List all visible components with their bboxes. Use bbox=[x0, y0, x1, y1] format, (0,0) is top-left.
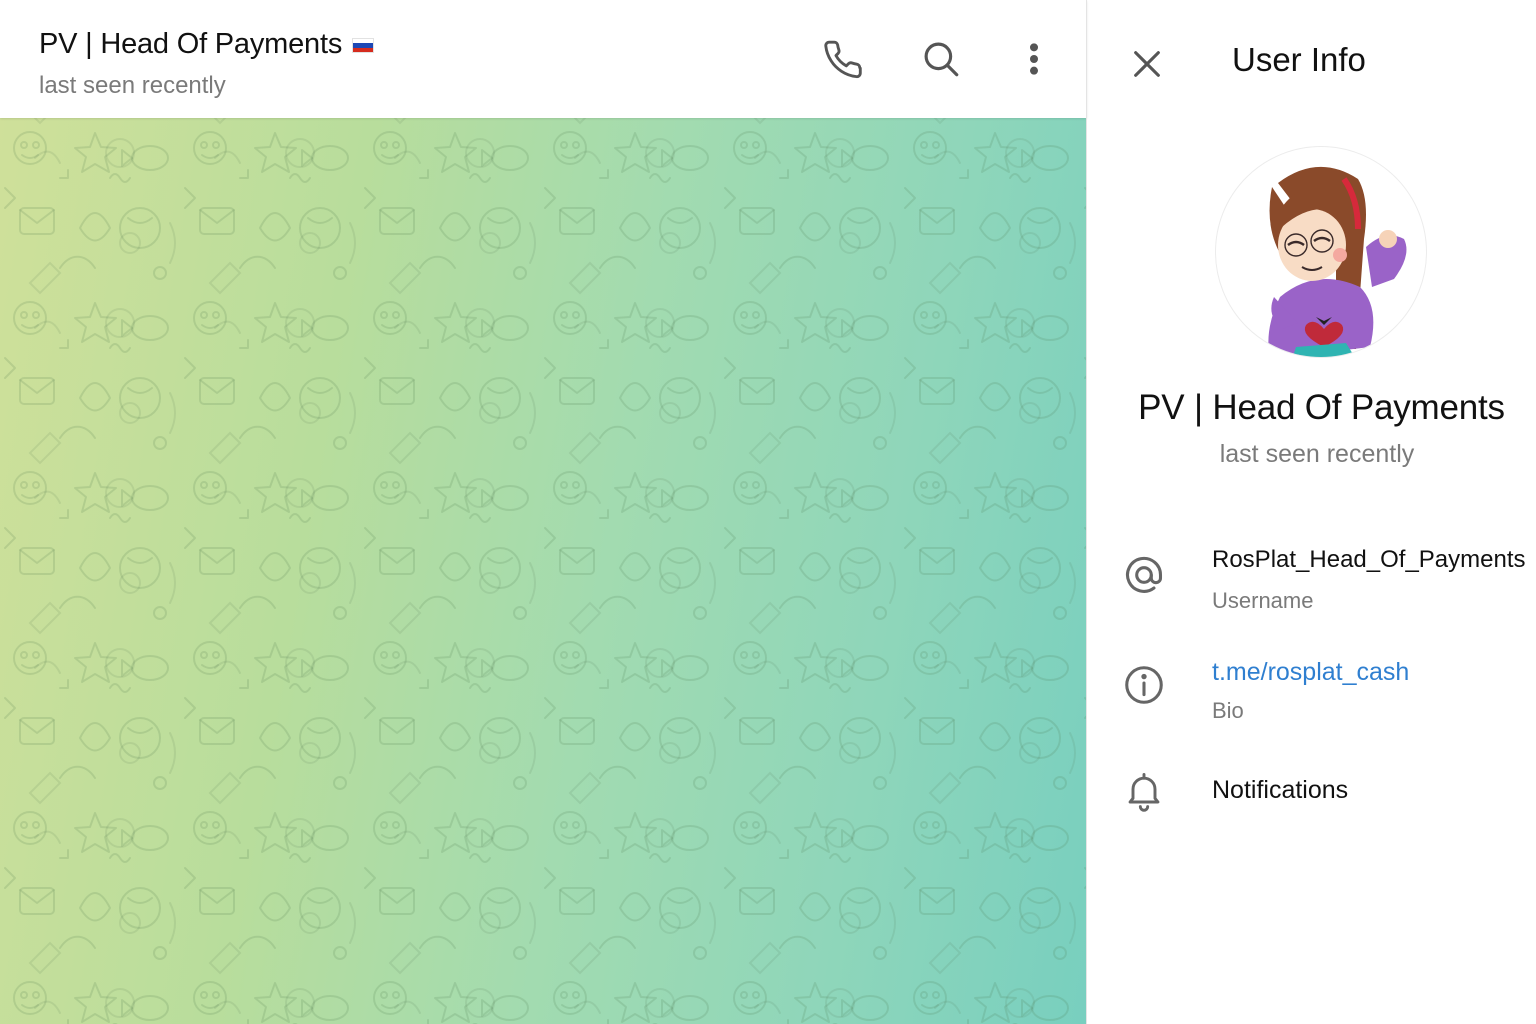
more-vertical-icon bbox=[1030, 43, 1038, 75]
notifications-label: Notifications bbox=[1212, 776, 1349, 804]
chat-wallpaper bbox=[0, 118, 1087, 1024]
chat-status: last seen recently bbox=[39, 72, 226, 99]
at-icon bbox=[1121, 552, 1167, 598]
search-button[interactable] bbox=[916, 34, 966, 84]
panel-divider bbox=[1086, 0, 1087, 1024]
profile-avatar[interactable] bbox=[1215, 146, 1427, 358]
russia-flag-icon bbox=[352, 38, 375, 53]
user-info-panel: User Info PV | Head Of Payments last see… bbox=[1087, 0, 1536, 1024]
doodle-pattern bbox=[0, 118, 1087, 1024]
chat-title-row[interactable]: PV | Head Of Payments bbox=[39, 28, 375, 61]
bio-label: Bio bbox=[1212, 698, 1244, 723]
phone-icon bbox=[824, 40, 862, 79]
chat-title[interactable]: PV | Head Of Payments bbox=[39, 28, 342, 61]
chat-pane: PV | Head Of Payments last seen recently bbox=[0, 0, 1087, 1024]
info-icon bbox=[1121, 662, 1167, 708]
username-label: Username bbox=[1212, 588, 1314, 613]
panel-title: User Info bbox=[1232, 41, 1366, 78]
username-value[interactable]: RosPlat_Head_Of_Payments bbox=[1212, 546, 1526, 574]
chat-header[interactable]: PV | Head Of Payments last seen recently bbox=[0, 0, 1087, 118]
profile-name: PV | Head Of Payments bbox=[1138, 388, 1505, 427]
bell-icon bbox=[1121, 768, 1167, 814]
notifications-row[interactable]: Notifications bbox=[1087, 766, 1536, 818]
more-options-button[interactable] bbox=[1009, 34, 1059, 84]
close-icon bbox=[1134, 51, 1160, 77]
bio-row: t.me/rosplat_cash Bio bbox=[1087, 652, 1536, 736]
profile-status: last seen recently bbox=[1219, 440, 1415, 468]
search-icon bbox=[924, 42, 959, 77]
call-button[interactable] bbox=[819, 34, 869, 84]
cartoon-girl-avatar-image bbox=[1268, 166, 1407, 357]
username-row[interactable]: RosPlat_Head_Of_Payments Username bbox=[1087, 542, 1536, 626]
telegram-app: PV | Head Of Payments last seen recently bbox=[0, 0, 1536, 1024]
bio-link[interactable]: t.me/rosplat_cash bbox=[1212, 658, 1409, 687]
close-panel-button[interactable] bbox=[1125, 42, 1169, 86]
